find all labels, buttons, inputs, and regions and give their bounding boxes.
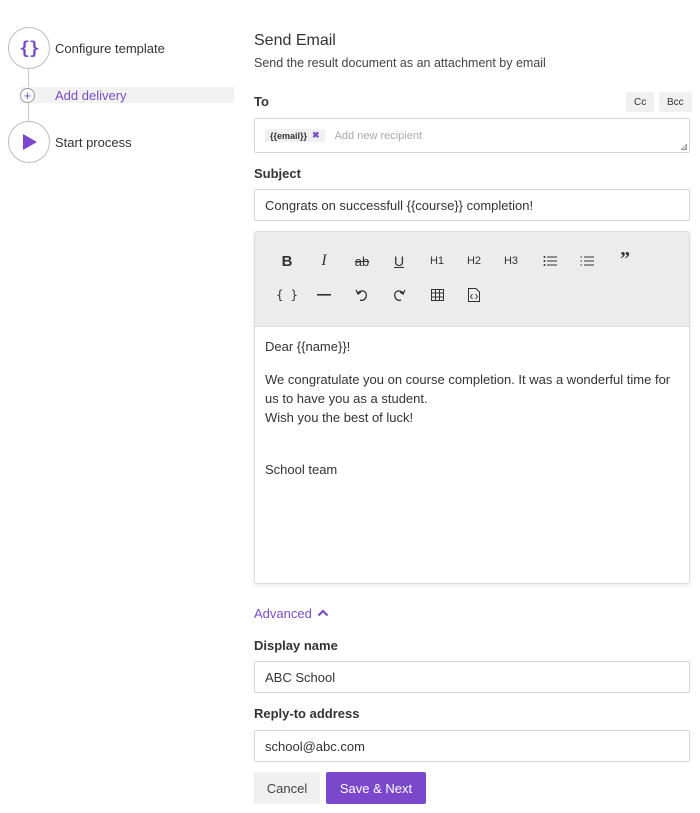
email-body-line: We congratulate you on course completion… bbox=[265, 372, 671, 406]
step-label: Add delivery bbox=[55, 87, 127, 103]
recipient-chip: {{email}} ✖ bbox=[265, 129, 325, 142]
cc-button[interactable]: Cc bbox=[626, 92, 655, 112]
bcc-button[interactable]: Bcc bbox=[659, 92, 692, 112]
remove-recipient-icon[interactable]: ✖ bbox=[312, 130, 320, 141]
editor-toolbar: B I ab U H1 H2 H3 ” { } bbox=[255, 232, 689, 327]
bold-button[interactable]: B bbox=[272, 249, 302, 273]
underline-button[interactable]: U bbox=[384, 249, 414, 273]
advanced-label: Advanced bbox=[254, 606, 312, 621]
step-label: Configure template bbox=[55, 40, 165, 56]
resize-handle-icon[interactable] bbox=[681, 144, 687, 150]
save-next-button[interactable]: Save & Next bbox=[326, 772, 426, 804]
cancel-button[interactable]: Cancel bbox=[254, 772, 320, 804]
chevron-up-icon bbox=[312, 606, 329, 621]
stepper: {} Configure template + Add delivery Sta… bbox=[0, 0, 240, 200]
undo-icon[interactable] bbox=[347, 283, 377, 307]
source-code-icon[interactable] bbox=[459, 283, 489, 307]
step-label: Start process bbox=[55, 134, 132, 150]
rich-text-editor: B I ab U H1 H2 H3 ” { } Dear {{name}}! W… bbox=[254, 231, 690, 584]
numbered-list-icon[interactable] bbox=[572, 249, 602, 273]
reply-to-input[interactable]: school@abc.com bbox=[254, 730, 690, 762]
email-signature: School team bbox=[265, 462, 338, 477]
page-title: Send Email bbox=[254, 32, 336, 49]
display-name-label: Display name bbox=[254, 638, 338, 653]
recipient-chip-label: {{email}} bbox=[270, 130, 308, 141]
table-icon[interactable] bbox=[422, 283, 452, 307]
recipients-field[interactable]: {{email}} ✖ Add new recipient bbox=[254, 118, 690, 153]
play-icon bbox=[8, 121, 50, 163]
redo-icon[interactable] bbox=[384, 283, 414, 307]
reply-to-label: Reply-to address bbox=[254, 706, 360, 721]
display-name-input[interactable]: ABC School bbox=[254, 661, 690, 693]
editor-content[interactable]: Dear {{name}}! We congratulate you on co… bbox=[255, 327, 689, 489]
italic-button[interactable]: I bbox=[309, 249, 339, 273]
subject-label: Subject bbox=[254, 166, 301, 181]
advanced-toggle[interactable]: Advanced bbox=[254, 606, 329, 621]
recipient-input-placeholder[interactable]: Add new recipient bbox=[335, 130, 422, 142]
page-subtitle: Send the result document as an attachmen… bbox=[254, 56, 546, 70]
blockquote-button[interactable]: ” bbox=[610, 247, 640, 271]
email-body-line: Wish you the best of luck! bbox=[265, 410, 414, 425]
strikethrough-button[interactable]: ab bbox=[347, 249, 377, 273]
step-add-delivery[interactable]: + Add delivery bbox=[20, 87, 234, 103]
subject-input[interactable]: Congrats on successfull {{course}} compl… bbox=[254, 189, 690, 221]
heading3-button[interactable]: H3 bbox=[496, 249, 526, 273]
step-start-process[interactable]: Start process bbox=[8, 121, 132, 163]
email-greeting: Dear {{name}}! bbox=[265, 339, 351, 354]
braces-icon: {} bbox=[8, 27, 50, 69]
horizontal-rule-icon[interactable] bbox=[309, 283, 339, 307]
heading1-button[interactable]: H1 bbox=[422, 249, 452, 273]
heading2-button[interactable]: H2 bbox=[459, 249, 489, 273]
to-label: To bbox=[254, 94, 269, 109]
bullet-list-icon[interactable] bbox=[535, 249, 565, 273]
variable-braces-button[interactable]: { } bbox=[272, 283, 302, 307]
step-configure-template[interactable]: {} Configure template bbox=[8, 27, 165, 69]
plus-icon: + bbox=[20, 87, 35, 103]
